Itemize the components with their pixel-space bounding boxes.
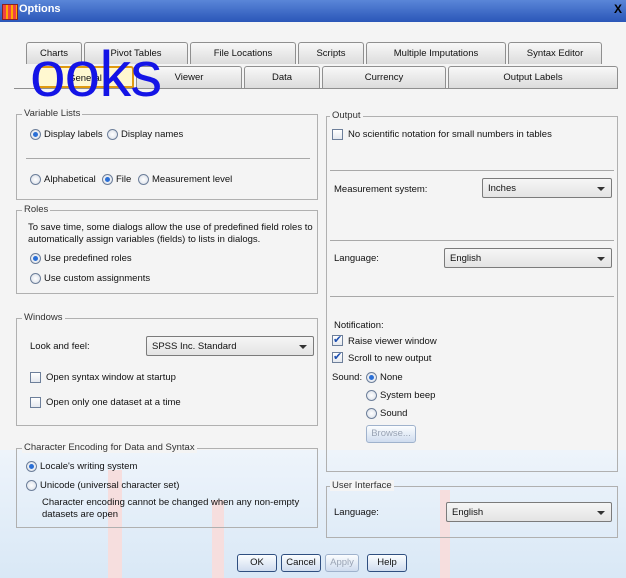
cancel-button[interactable]: Cancel [281,554,321,572]
title-bar: Options X [0,0,626,22]
ui-language-label: Language: [334,507,379,518]
output-language-label: Language: [334,253,379,264]
display-labels-radio[interactable] [30,129,41,140]
tab-data[interactable]: Data [244,66,320,88]
measurement-system-value: Inches [488,183,516,194]
roles-description: To save time, some dialogs allow the use… [28,222,313,245]
look-and-feel-dropdown[interactable]: SPSS Inc. Standard [146,336,314,356]
measurement-level-label[interactable]: Measurement level [152,174,232,185]
alphabetical-radio[interactable] [30,174,41,185]
unicode-radio[interactable] [26,480,37,491]
windows-legend: Windows [22,312,65,323]
output-language-dropdown[interactable]: English [444,248,612,268]
look-and-feel-value: SPSS Inc. Standard [152,341,237,352]
apply-button[interactable]: Apply [325,554,359,572]
chevron-down-icon [597,257,605,261]
display-names-label[interactable]: Display names [121,129,183,140]
system-beep-label[interactable]: System beep [380,390,435,401]
encoding-legend: Character Encoding for Data and Syntax [22,442,197,453]
alphabetical-label[interactable]: Alphabetical [44,174,96,185]
no-scientific-notation-label[interactable]: No scientific notation for small numbers… [348,129,552,140]
chevron-down-icon [597,187,605,191]
measurement-system-label: Measurement system: [334,184,428,195]
separator [330,170,614,171]
variable-lists-group [16,114,318,200]
tab-file-locations[interactable]: File Locations [190,42,296,64]
tab-scripts[interactable]: Scripts [298,42,364,64]
open-syntax-checkbox[interactable] [30,372,41,383]
tab-multiple-imputations[interactable]: Multiple Imputations [366,42,506,64]
tab-syntax-editor[interactable]: Syntax Editor [508,42,602,64]
chevron-down-icon [299,345,307,349]
tab-output-labels[interactable]: Output Labels [448,66,618,88]
unicode-label[interactable]: Unicode (universal character set) [40,480,179,491]
look-and-feel-label: Look and feel: [30,341,90,352]
ui-language-value: English [452,507,484,518]
open-syntax-label[interactable]: Open syntax window at startup [46,372,176,383]
file-label[interactable]: File [116,174,131,185]
locale-writing-system-radio[interactable] [26,461,37,472]
output-language-value: English [450,253,482,264]
system-beep-radio[interactable] [366,390,377,401]
display-names-radio[interactable] [107,129,118,140]
sound-none-radio[interactable] [366,372,377,383]
file-radio[interactable] [102,174,113,185]
use-predefined-roles-label[interactable]: Use predefined roles [44,253,132,264]
roles-legend: Roles [22,204,51,215]
variable-lists-legend: Variable Lists [22,108,83,119]
measurement-system-dropdown[interactable]: Inches [482,178,612,198]
encoding-note: Character encoding cannot be changed whe… [42,497,300,520]
use-custom-assignments-label[interactable]: Use custom assignments [44,273,150,284]
sound-label: Sound: [332,372,363,383]
notification-label: Notification: [334,320,384,331]
separator [330,296,614,297]
display-labels-label[interactable]: Display labels [44,129,103,140]
scroll-to-output-label[interactable]: Scroll to new output [348,353,431,364]
help-button[interactable]: Help [367,554,407,572]
open-one-dataset-checkbox[interactable] [30,397,41,408]
close-button[interactable]: X [614,2,622,16]
ok-button[interactable]: OK [237,554,277,572]
scroll-to-output-checkbox[interactable] [332,350,343,363]
output-legend: Output [330,110,363,121]
no-scientific-notation-checkbox[interactable] [332,129,343,140]
sound-file-label[interactable]: Sound [380,408,407,419]
sound-none-label[interactable]: None [380,372,403,383]
use-custom-assignments-radio[interactable] [30,273,41,284]
raise-viewer-checkbox[interactable] [332,333,343,346]
open-one-dataset-label[interactable]: Open only one dataset at a time [46,397,181,408]
measurement-level-radio[interactable] [138,174,149,185]
ui-language-dropdown[interactable]: English [446,502,612,522]
locale-writing-system-label[interactable]: Locale's writing system [40,461,137,472]
chevron-down-icon [597,511,605,515]
watermark-text: ooks [30,38,162,110]
window-title: Options [19,3,61,15]
raise-viewer-label[interactable]: Raise viewer window [348,336,437,347]
user-interface-legend: User Interface [330,480,394,491]
sound-file-radio[interactable] [366,408,377,419]
separator [26,158,310,159]
app-icon [2,4,18,20]
browse-button[interactable]: Browse... [366,425,416,443]
use-predefined-roles-radio[interactable] [30,253,41,264]
separator [330,240,614,241]
tab-currency[interactable]: Currency [322,66,446,88]
